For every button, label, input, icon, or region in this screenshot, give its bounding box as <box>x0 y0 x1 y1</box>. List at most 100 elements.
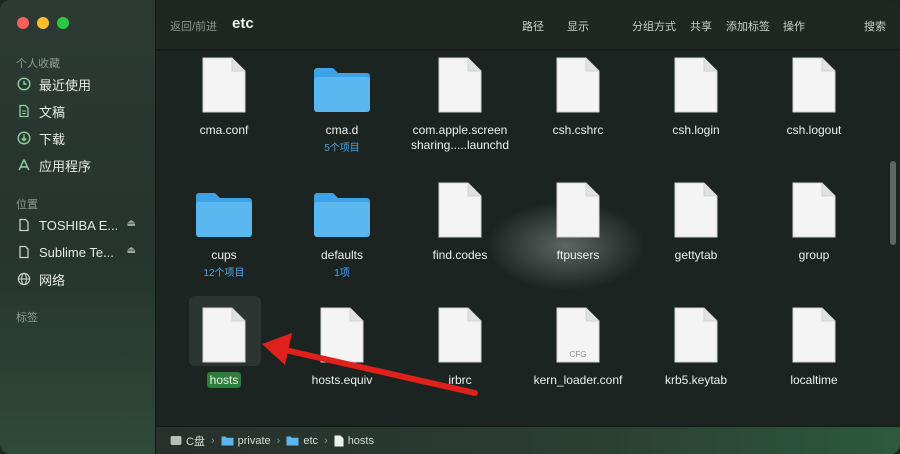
tags-heading: 标签 <box>16 312 38 324</box>
file-item[interactable]: csh.cshrc <box>519 51 637 138</box>
file-item[interactable]: localtime <box>755 301 873 388</box>
folder-icon <box>283 176 401 238</box>
file-item[interactable]: csh.login <box>637 51 755 138</box>
clock-icon <box>16 76 32 92</box>
chevron-right-icon: › <box>210 434 215 447</box>
file-icon <box>637 176 755 238</box>
file-icon <box>755 176 873 238</box>
item-count: 1项 <box>334 268 350 279</box>
crumb-label: hosts <box>347 434 374 447</box>
file-name: cma.d <box>283 123 401 138</box>
close-button[interactable] <box>17 17 29 29</box>
apps-icon <box>16 157 32 173</box>
file-name: kern_loader.conf <box>519 373 637 388</box>
file-item[interactable]: csh.logout <box>755 51 873 138</box>
file-icon <box>519 176 637 238</box>
file-name-text: find.codes <box>432 248 488 262</box>
file-item[interactable]: hosts.equiv <box>283 301 401 388</box>
file-name: localtime <box>755 373 873 388</box>
file-name-text: group <box>798 248 830 262</box>
window-controls <box>17 17 69 29</box>
sidebar-item-label: 文稿 <box>39 104 66 120</box>
search-button[interactable]: 搜索 <box>864 18 886 34</box>
file-item[interactable]: com.apple.screen sharing.....launchd <box>401 51 519 153</box>
finder-window: 个人收藏 最近使用 文稿 下载 应用程序 位置 TOSHIBA E... ⏏ S… <box>0 0 900 454</box>
crumb-drive[interactable]: C盘 <box>170 433 205 449</box>
eject-icon[interactable]: ⏏ <box>127 245 136 256</box>
file-item[interactable]: hosts <box>165 301 283 388</box>
crumb-label: C盘 <box>186 435 205 448</box>
file-icon <box>401 51 519 113</box>
file-name-text: localtime <box>790 373 838 387</box>
file-name: cma.conf <box>165 123 283 138</box>
folder-icon <box>221 435 234 446</box>
sidebar-item-sublime[interactable]: Sublime Te... ⏏ <box>16 242 148 262</box>
crumb-etc[interactable]: etc <box>286 435 318 447</box>
file-icon <box>637 301 755 363</box>
crumb-private[interactable]: private <box>221 435 271 447</box>
file-name-text: irbrc <box>448 373 472 387</box>
file-name: com.apple.screen sharing.....launchd <box>401 123 519 153</box>
file-icon <box>755 301 873 363</box>
crumb-hosts[interactable]: hosts <box>334 435 374 447</box>
file-icon: CFG <box>519 301 637 363</box>
folder-item[interactable]: cma.d 5个项目 <box>283 51 401 154</box>
file-item[interactable]: cma.conf <box>165 51 283 138</box>
toolbar: 返回/前进 etc 路径 显示 分组方式 共享 添加标签 操作 搜索 <box>156 0 900 50</box>
sidebar: 个人收藏 最近使用 文稿 下载 应用程序 位置 TOSHIBA E... ⏏ S… <box>0 0 156 454</box>
download-icon <box>16 130 32 146</box>
sidebar-item-toshiba[interactable]: TOSHIBA E... ⏏ <box>16 215 148 235</box>
drive-icon <box>16 217 32 233</box>
file-icon <box>637 51 755 113</box>
file-item[interactable]: find.codes <box>401 176 519 263</box>
sidebar-item-recents[interactable]: 最近使用 <box>16 74 148 94</box>
crumb-label: private <box>237 434 271 447</box>
file-item[interactable]: CFG kern_loader.conf <box>519 301 637 388</box>
chevron-right-icon: › <box>276 434 281 447</box>
sidebar-item-network[interactable]: 网络 <box>16 269 148 289</box>
chevron-right-icon: › <box>324 434 328 447</box>
eject-icon[interactable]: ⏏ <box>127 218 136 229</box>
share-button[interactable]: 共享 <box>690 18 712 34</box>
sidebar-item-downloads[interactable]: 下载 <box>16 128 148 148</box>
file-name-text: cma.d <box>325 123 359 137</box>
sidebar-item-label: 网络 <box>39 272 66 288</box>
folder-icon <box>165 176 283 238</box>
file-name-text: cups <box>211 248 237 262</box>
add-tag-button[interactable]: 添加标签 <box>726 18 770 34</box>
file-item[interactable]: irbrc <box>401 301 519 388</box>
folder-icon <box>286 435 299 446</box>
item-count: 12个项目 <box>203 268 245 279</box>
file-icon <box>283 301 401 363</box>
minimize-button[interactable] <box>37 17 49 29</box>
path-button[interactable]: 路径 <box>522 18 544 34</box>
document-icon <box>16 103 32 119</box>
file-item[interactable]: gettytab <box>637 176 755 263</box>
file-name-text: sharing.....launchd <box>410 138 510 152</box>
sidebar-item-label: 最近使用 <box>39 77 92 93</box>
file-name-text: hosts.equiv <box>311 373 373 387</box>
sidebar-item-documents[interactable]: 文稿 <box>16 101 148 121</box>
file-item[interactable]: group <box>755 176 873 263</box>
back-forward-button[interactable]: 返回/前进 <box>170 18 217 34</box>
favorites-heading: 个人收藏 <box>16 58 60 70</box>
item-count: 5个项目 <box>324 143 360 154</box>
folder-item[interactable]: cups 12个项目 <box>165 176 283 279</box>
group-button[interactable]: 分组方式 <box>632 18 676 34</box>
action-button[interactable]: 操作 <box>783 18 805 34</box>
file-item[interactable]: krb5.keytab <box>637 301 755 388</box>
locations-heading: 位置 <box>16 199 38 211</box>
file-name-text: krb5.keytab <box>664 373 728 387</box>
zoom-button[interactable] <box>57 17 69 29</box>
file-name-text: ftpusers <box>556 248 600 262</box>
folder-item[interactable]: defaults 1项 <box>283 176 401 279</box>
drive-icon <box>170 435 182 446</box>
file-icon <box>401 301 519 363</box>
sidebar-item-label: 下载 <box>39 131 66 147</box>
sidebar-item-applications[interactable]: 应用程序 <box>16 155 148 175</box>
scrollbar[interactable] <box>890 161 896 245</box>
file-icon <box>519 51 637 113</box>
file-name-text: csh.cshrc <box>552 123 604 137</box>
file-item[interactable]: ftpusers <box>519 176 637 263</box>
view-button[interactable]: 显示 <box>567 18 589 34</box>
